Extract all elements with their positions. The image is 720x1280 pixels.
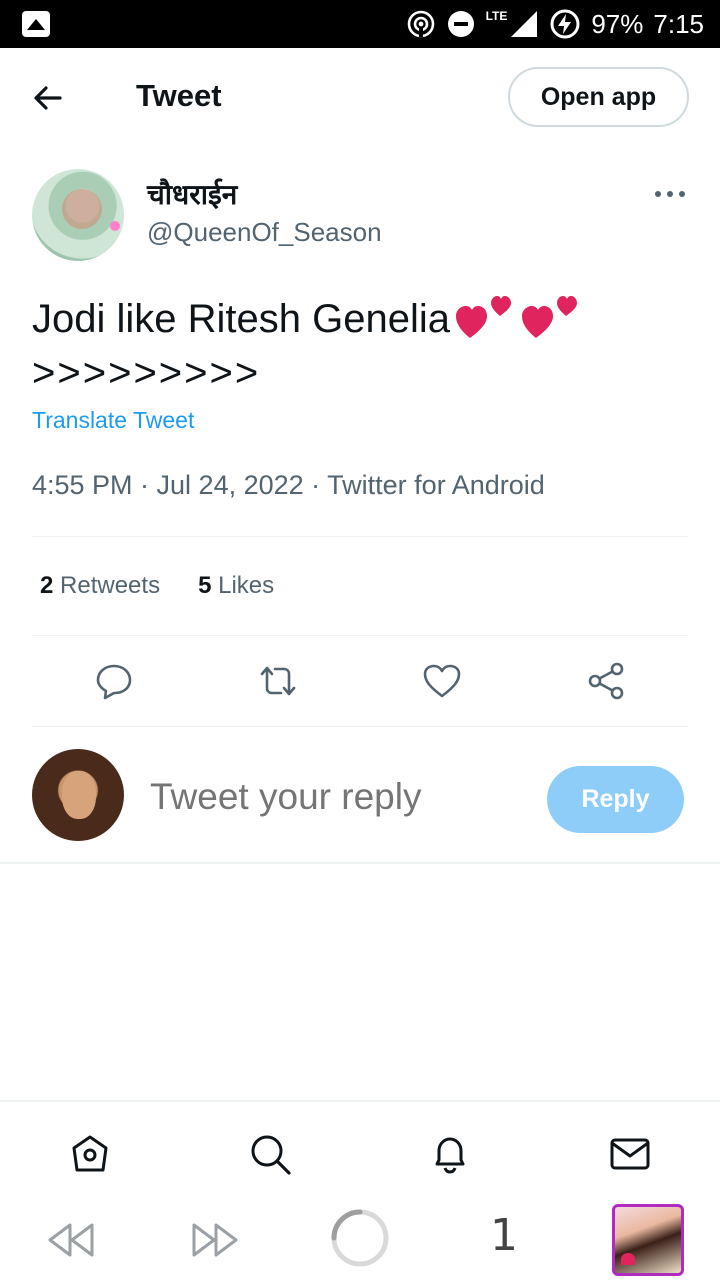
retweets-stat[interactable]: 2 Retweets bbox=[40, 572, 160, 600]
browser-toolbar: 1 bbox=[0, 1198, 720, 1280]
page-title: Tweet bbox=[136, 78, 222, 113]
author-handle[interactable]: @QueenOf_Season bbox=[147, 217, 382, 248]
retweet-icon bbox=[260, 666, 296, 696]
like-action-button[interactable] bbox=[422, 661, 462, 701]
open-app-button[interactable]: Open app bbox=[508, 67, 689, 127]
loading-spinner-icon bbox=[331, 1209, 389, 1267]
heart-icon bbox=[423, 664, 461, 698]
share-icon bbox=[588, 662, 624, 700]
translate-tweet-link[interactable]: Translate Tweet bbox=[32, 407, 194, 434]
nav-messages[interactable] bbox=[608, 1132, 652, 1176]
rewind-icon bbox=[48, 1223, 94, 1257]
avatar-figure bbox=[62, 189, 102, 229]
retweets-count: 2 bbox=[40, 572, 54, 599]
comment-icon bbox=[96, 664, 132, 700]
divider bbox=[32, 726, 688, 727]
retweet-action-button[interactable] bbox=[258, 661, 298, 701]
likes-label: Likes bbox=[218, 572, 275, 599]
likes-stat[interactable]: 5 Likes bbox=[198, 572, 274, 600]
arrow-left-icon bbox=[34, 86, 62, 110]
hotspot-icon bbox=[407, 10, 434, 38]
section-divider bbox=[0, 862, 720, 864]
battery-charging-icon bbox=[550, 9, 580, 39]
retweets-label: Retweets bbox=[60, 572, 161, 599]
tweet-text-line-1: Jodi like Ritesh Genelia bbox=[32, 290, 672, 346]
nav-notifications[interactable] bbox=[428, 1132, 472, 1176]
nav-explore[interactable] bbox=[248, 1132, 292, 1176]
avatar-face bbox=[62, 771, 96, 819]
clock: 7:15 bbox=[653, 8, 704, 39]
current-user-avatar[interactable] bbox=[32, 749, 124, 841]
mail-icon bbox=[610, 1138, 650, 1170]
thumbnail-heart bbox=[621, 1253, 635, 1265]
status-bar-right: LTE 97% 7:15 bbox=[406, 0, 704, 48]
two-hearts-emoji-icon-2 bbox=[522, 296, 577, 338]
tab-thumbnail[interactable] bbox=[612, 1204, 684, 1276]
tweet-meta: 4:55 PM · Jul 24, 2022 · Twitter for And… bbox=[32, 470, 545, 500]
network-type: LTE bbox=[485, 9, 508, 23]
loading-button[interactable] bbox=[330, 1208, 390, 1273]
reply-button[interactable]: Reply bbox=[547, 766, 684, 833]
fast-forward-icon bbox=[192, 1223, 238, 1257]
bottom-navigation bbox=[0, 1100, 720, 1198]
back-button[interactable] bbox=[28, 78, 68, 118]
author-name[interactable]: चौधराईन bbox=[147, 175, 237, 213]
nav-home[interactable] bbox=[68, 1132, 112, 1176]
bell-icon bbox=[435, 1137, 465, 1174]
top-header: Tweet Open app bbox=[0, 48, 720, 146]
author-avatar[interactable] bbox=[32, 169, 124, 261]
home-icon bbox=[72, 1135, 108, 1172]
search-icon bbox=[251, 1135, 291, 1175]
divider bbox=[32, 536, 688, 537]
avatar-accent bbox=[110, 221, 120, 231]
two-hearts-emoji-icon bbox=[456, 296, 511, 338]
share-action-button[interactable] bbox=[586, 661, 626, 701]
status-bar: LTE 97% 7:15 bbox=[0, 0, 720, 48]
tweet-text: Jodi like Ritesh Genelia >>>>>>>>> bbox=[32, 290, 672, 400]
tweet-text-main: Jodi like Ritesh Genelia bbox=[32, 297, 450, 341]
fast-forward-button[interactable] bbox=[190, 1220, 240, 1265]
more-options-button[interactable] bbox=[652, 180, 688, 208]
tab-count[interactable]: 1 bbox=[490, 1210, 518, 1261]
image-notification-icon bbox=[22, 11, 50, 37]
tweet-text-line-2: >>>>>>>>> bbox=[32, 351, 261, 395]
battery-percent: 97% bbox=[591, 8, 644, 39]
likes-count: 5 bbox=[198, 572, 212, 599]
tweet-actions bbox=[32, 655, 688, 709]
reply-action-button[interactable] bbox=[94, 661, 134, 701]
do-not-disturb-icon bbox=[447, 11, 474, 37]
rewind-button[interactable] bbox=[46, 1220, 96, 1265]
tweet-stats: 2 Retweets 5 Likes bbox=[40, 572, 274, 600]
signal-icon bbox=[511, 11, 538, 37]
reply-input[interactable] bbox=[150, 776, 530, 818]
more-horizontal-icon bbox=[655, 191, 685, 197]
divider bbox=[32, 635, 688, 636]
